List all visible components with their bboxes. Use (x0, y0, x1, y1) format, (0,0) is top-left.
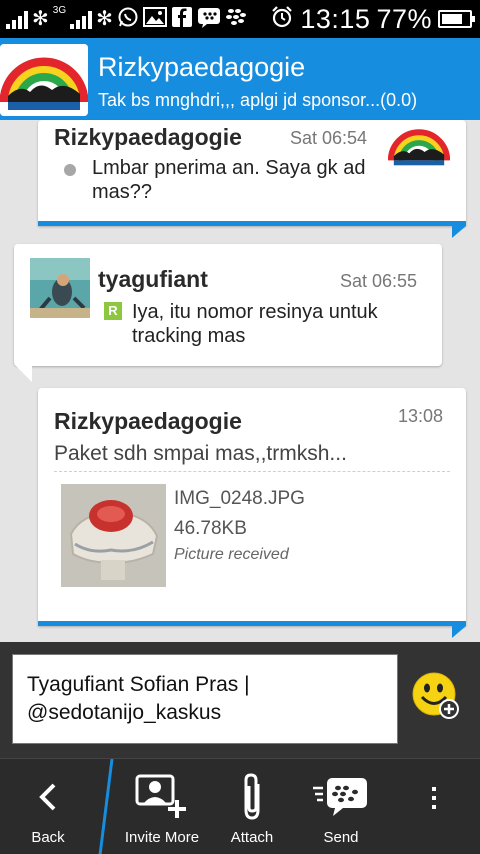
battery-icon (438, 10, 475, 28)
rainbow-logo-image (0, 44, 88, 116)
chat-status-message: Tak bs mnghdri,,, aplgi jd sponsor...(0.… (98, 90, 418, 110)
pinwheel-icon-2: ✻ (96, 8, 113, 30)
attachment-filesize: 46.78KB (174, 518, 247, 539)
chat-header[interactable]: Rizkypaedagogie Tak bs mnghdri,,, aplgi … (0, 38, 480, 120)
message-input[interactable]: Tyagufiant Sofian Pras | @sedotanijo_kas… (12, 654, 398, 744)
message-sender: Rizkypaedagogie (54, 408, 242, 434)
overflow-menu-button[interactable] (410, 759, 458, 854)
clock: 13:15 (300, 3, 371, 34)
invite-more-label: Invite More (124, 829, 200, 846)
status-bar: ✻ 3G ✻ 13:15 77% (0, 0, 480, 38)
toolbar-separator (98, 759, 114, 854)
message-time: 13:08 (398, 406, 444, 426)
message-bubble[interactable]: Rizkypaedagogie 13:08 Paket sdh smpai ma… (38, 388, 466, 626)
chevron-left-icon (39, 783, 56, 811)
picture-thumbnail[interactable] (61, 484, 166, 587)
chat-title: Rizkypaedagogie (98, 52, 306, 82)
compose-bar: Tyagufiant Sofian Pras | @sedotanijo_kas… (0, 642, 480, 758)
more-vertical-icon (432, 787, 436, 809)
rainbow-logo-image (388, 129, 450, 166)
sender-avatar[interactable] (30, 258, 90, 318)
bubble-tail (452, 626, 466, 638)
bubble-tail (452, 226, 466, 238)
attachment-filename: IMG_0248.JPG (174, 488, 305, 509)
blackberry-icon (225, 6, 247, 33)
send-label: Send (323, 829, 359, 846)
send-button[interactable]: Send (296, 759, 386, 854)
read-receipt-badge: R (104, 302, 122, 320)
package-photo-image (61, 484, 166, 587)
bottom-toolbar: Back Invite More Attach Send (0, 758, 480, 854)
message-text: Lmbar pnerima an. Saya gk ad mas?? (92, 157, 366, 203)
network-type-label: 3G (52, 5, 67, 16)
bbm-icon (197, 6, 221, 33)
bbm-send-icon (313, 778, 367, 816)
message-sender: Rizkypaedagogie (54, 124, 242, 150)
status-right: 13:15 77% (270, 3, 475, 35)
status-icons: ✻ 3G ✻ (6, 6, 247, 32)
signal-icon-2 (70, 9, 93, 29)
attach-button[interactable]: Attach (208, 759, 296, 854)
facebook-icon (171, 6, 193, 33)
whatsapp-icon (117, 6, 139, 33)
divider (54, 471, 450, 472)
unread-dot (64, 164, 76, 176)
message-time: Sat 06:54 (290, 128, 368, 148)
message-bubble[interactable]: Rizkypaedagogie Sat 06:54 Lmbar pnerima … (38, 120, 466, 226)
message-time: Sat 06:55 (340, 271, 418, 291)
back-label: Back (31, 829, 65, 846)
contact-avatar[interactable] (0, 44, 88, 116)
bubble-tail (14, 364, 32, 382)
sender-avatar[interactable] (388, 124, 450, 166)
emoticon-button[interactable] (412, 672, 460, 720)
message-text: Paket sdh smpai mas,,trmksh... (54, 442, 347, 465)
add-contact-icon (135, 774, 186, 818)
signal-icon (6, 9, 28, 29)
attachment-status: Picture received (174, 546, 289, 563)
alarm-clock-icon (270, 5, 294, 34)
image-icon (142, 6, 167, 33)
paperclip-icon (244, 773, 260, 820)
message-bubble[interactable]: tyagufiant Sat 06:55 R Iya, itu nomor re… (14, 244, 442, 366)
attach-label: Attach (230, 829, 274, 846)
message-sender: tyagufiant (98, 266, 208, 292)
battery-percent: 77% (376, 3, 432, 34)
message-text: Iya, itu nomor resinya untuk tracking ma… (132, 301, 378, 347)
pinwheel-icon: ✻ (32, 8, 49, 30)
diver-photo-image (30, 258, 90, 318)
smiley-icon (412, 672, 459, 719)
back-button[interactable]: Back (0, 759, 96, 854)
invite-more-button[interactable]: Invite More (116, 759, 208, 854)
